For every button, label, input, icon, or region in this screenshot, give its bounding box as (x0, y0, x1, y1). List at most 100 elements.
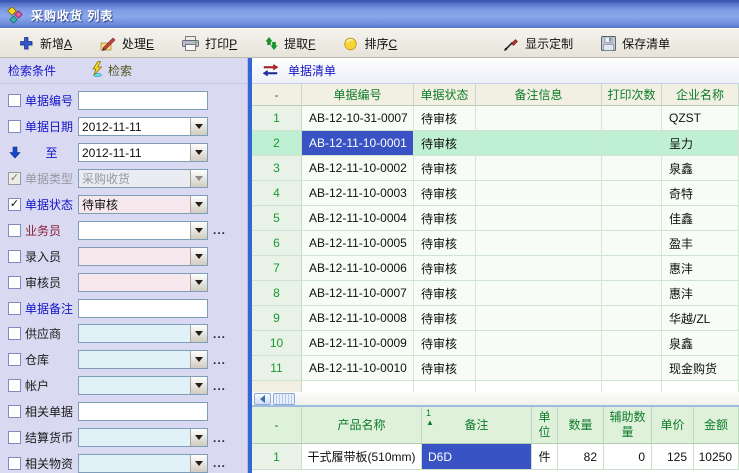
cell-num[interactable]: 7 (252, 256, 302, 281)
checkbox-doc-number[interactable] (8, 94, 21, 107)
checkbox-doc-type[interactable]: ✓ (8, 172, 21, 185)
lookup-button-salesperson[interactable]: ... (213, 223, 226, 237)
dropdown-button[interactable] (190, 170, 207, 187)
cell-qty[interactable]: 82 (558, 444, 604, 470)
field-doc-date-from-select[interactable]: 2012-11-11 (78, 117, 208, 136)
lookup-button-related-goods[interactable]: ... (213, 456, 226, 470)
cell-company[interactable]: QZST (662, 106, 739, 131)
scrollbar-thumb[interactable] (273, 393, 295, 405)
column-header-unit[interactable]: 单位 (532, 407, 558, 444)
checkbox-entry-clerk[interactable] (8, 250, 21, 263)
add-button[interactable]: 新增A (10, 33, 81, 54)
cell-code[interactable]: AB-12-11-10-0001 (302, 131, 414, 156)
field-salesperson-select[interactable] (78, 221, 208, 240)
cell-code[interactable]: AB-12-11-10-0005 (302, 231, 414, 256)
cell-company[interactable]: 华越/ZL (662, 306, 739, 331)
dropdown-button[interactable] (190, 144, 207, 161)
cell-company[interactable]: 惠沣 (662, 281, 739, 306)
save-list-button[interactable]: 保存清单 (592, 33, 679, 54)
column-header-product[interactable]: 产品名称 (302, 407, 422, 444)
dropdown-button[interactable] (190, 429, 207, 446)
column-header-aux_qty[interactable]: 辅助数量 (604, 407, 652, 444)
cell-code[interactable]: AB-12-11-10-0003 (302, 181, 414, 206)
cell-prints[interactable] (602, 281, 662, 306)
cell-status[interactable]: 待审核 (414, 206, 476, 231)
cell-status[interactable]: 待审核 (414, 181, 476, 206)
cell-aux_qty[interactable]: 0 (604, 444, 652, 470)
column-header-prints[interactable]: 打印次数 (602, 84, 662, 106)
cell-num[interactable]: 6 (252, 231, 302, 256)
cell-status[interactable]: 待审核 (414, 156, 476, 181)
field-doc-type-select[interactable]: 采购收货 (78, 169, 208, 188)
lookup-button-account[interactable]: ... (213, 379, 226, 393)
checkbox-auditor[interactable] (8, 276, 21, 289)
column-header-qty[interactable]: 数量 (558, 407, 604, 444)
cell-num[interactable]: 10 (252, 331, 302, 356)
sort-button[interactable]: 排序C (334, 33, 406, 54)
cell-status[interactable]: 待审核 (414, 281, 476, 306)
checkbox-settle-currency[interactable] (8, 431, 21, 444)
cell-status[interactable]: 待审核 (414, 356, 476, 381)
field-settle-currency-select[interactable] (78, 428, 208, 447)
cell-num[interactable]: 3 (252, 156, 302, 181)
field-warehouse-select[interactable] (78, 350, 208, 369)
cell-company[interactable]: 佳鑫 (662, 206, 739, 231)
column-header-note[interactable]: 备注1▲ (422, 407, 532, 444)
checkbox-salesperson[interactable] (8, 224, 21, 237)
dropdown-button[interactable] (190, 325, 207, 342)
cell-code[interactable]: AB-12-11-10-0009 (302, 331, 414, 356)
field-doc-date-to-select[interactable]: 2012-11-11 (78, 143, 208, 162)
cell-code[interactable]: AB-12-11-10-0006 (302, 256, 414, 281)
cell-note[interactable] (476, 256, 602, 281)
cell-prints[interactable] (602, 331, 662, 356)
lookup-button-warehouse[interactable]: ... (213, 353, 226, 367)
cell-status[interactable]: 待审核 (414, 256, 476, 281)
cell-code[interactable]: AB-12-11-10-0002 (302, 156, 414, 181)
field-doc-remark-input[interactable] (78, 299, 208, 318)
checkbox-doc-date-from[interactable] (8, 120, 21, 133)
field-related-goods-select[interactable] (78, 454, 208, 473)
cell-status[interactable]: 待审核 (414, 231, 476, 256)
cell-prints[interactable] (602, 131, 662, 156)
checkbox-warehouse[interactable] (8, 353, 21, 366)
dropdown-button[interactable] (190, 377, 207, 394)
cell-num[interactable]: 11 (252, 356, 302, 381)
cell-num[interactable]: 8 (252, 281, 302, 306)
field-account-select[interactable] (78, 376, 208, 395)
cell-note[interactable] (476, 356, 602, 381)
cell-code[interactable]: AB-12-11-10-0004 (302, 206, 414, 231)
cell-prints[interactable] (602, 231, 662, 256)
cell-note[interactable] (476, 106, 602, 131)
column-header-code[interactable]: 单据编号 (302, 84, 414, 106)
cell-prints[interactable] (602, 156, 662, 181)
cell-company[interactable]: 盈丰 (662, 231, 739, 256)
cell-num[interactable]: 1 (252, 106, 302, 131)
cell-code[interactable]: AB-12-11-10-0007 (302, 281, 414, 306)
cell-note[interactable] (476, 306, 602, 331)
column-header-num[interactable]: - (252, 84, 302, 106)
field-auditor-select[interactable] (78, 273, 208, 292)
checkbox-doc-remark[interactable] (8, 302, 21, 315)
dropdown-button[interactable] (190, 196, 207, 213)
column-header-company[interactable]: 企业名称 (662, 84, 739, 106)
cell-company[interactable]: 呈力 (662, 131, 739, 156)
horizontal-scrollbar[interactable] (252, 392, 739, 407)
cell-unit[interactable]: 件 (532, 444, 558, 470)
search-button[interactable]: 检索 (84, 59, 138, 82)
cell-company[interactable]: 泉鑫 (662, 331, 739, 356)
cell-num[interactable]: 2 (252, 131, 302, 156)
cell-note[interactable] (476, 331, 602, 356)
extract-button[interactable]: 提取F (256, 33, 324, 54)
cell-note[interactable] (476, 181, 602, 206)
column-header-num[interactable]: - (252, 407, 302, 444)
scroll-left-button[interactable] (254, 393, 271, 405)
checkbox-related-goods[interactable] (8, 457, 21, 470)
cell-prints[interactable] (602, 206, 662, 231)
checkbox-supplier[interactable] (8, 327, 21, 340)
cell-company[interactable]: 泉鑫 (662, 156, 739, 181)
cell-num[interactable]: 5 (252, 206, 302, 231)
column-header-amount[interactable]: 金额 (694, 407, 739, 444)
cell-status[interactable]: 待审核 (414, 131, 476, 156)
field-supplier-select[interactable] (78, 324, 208, 343)
cell-company[interactable]: 奇特 (662, 181, 739, 206)
